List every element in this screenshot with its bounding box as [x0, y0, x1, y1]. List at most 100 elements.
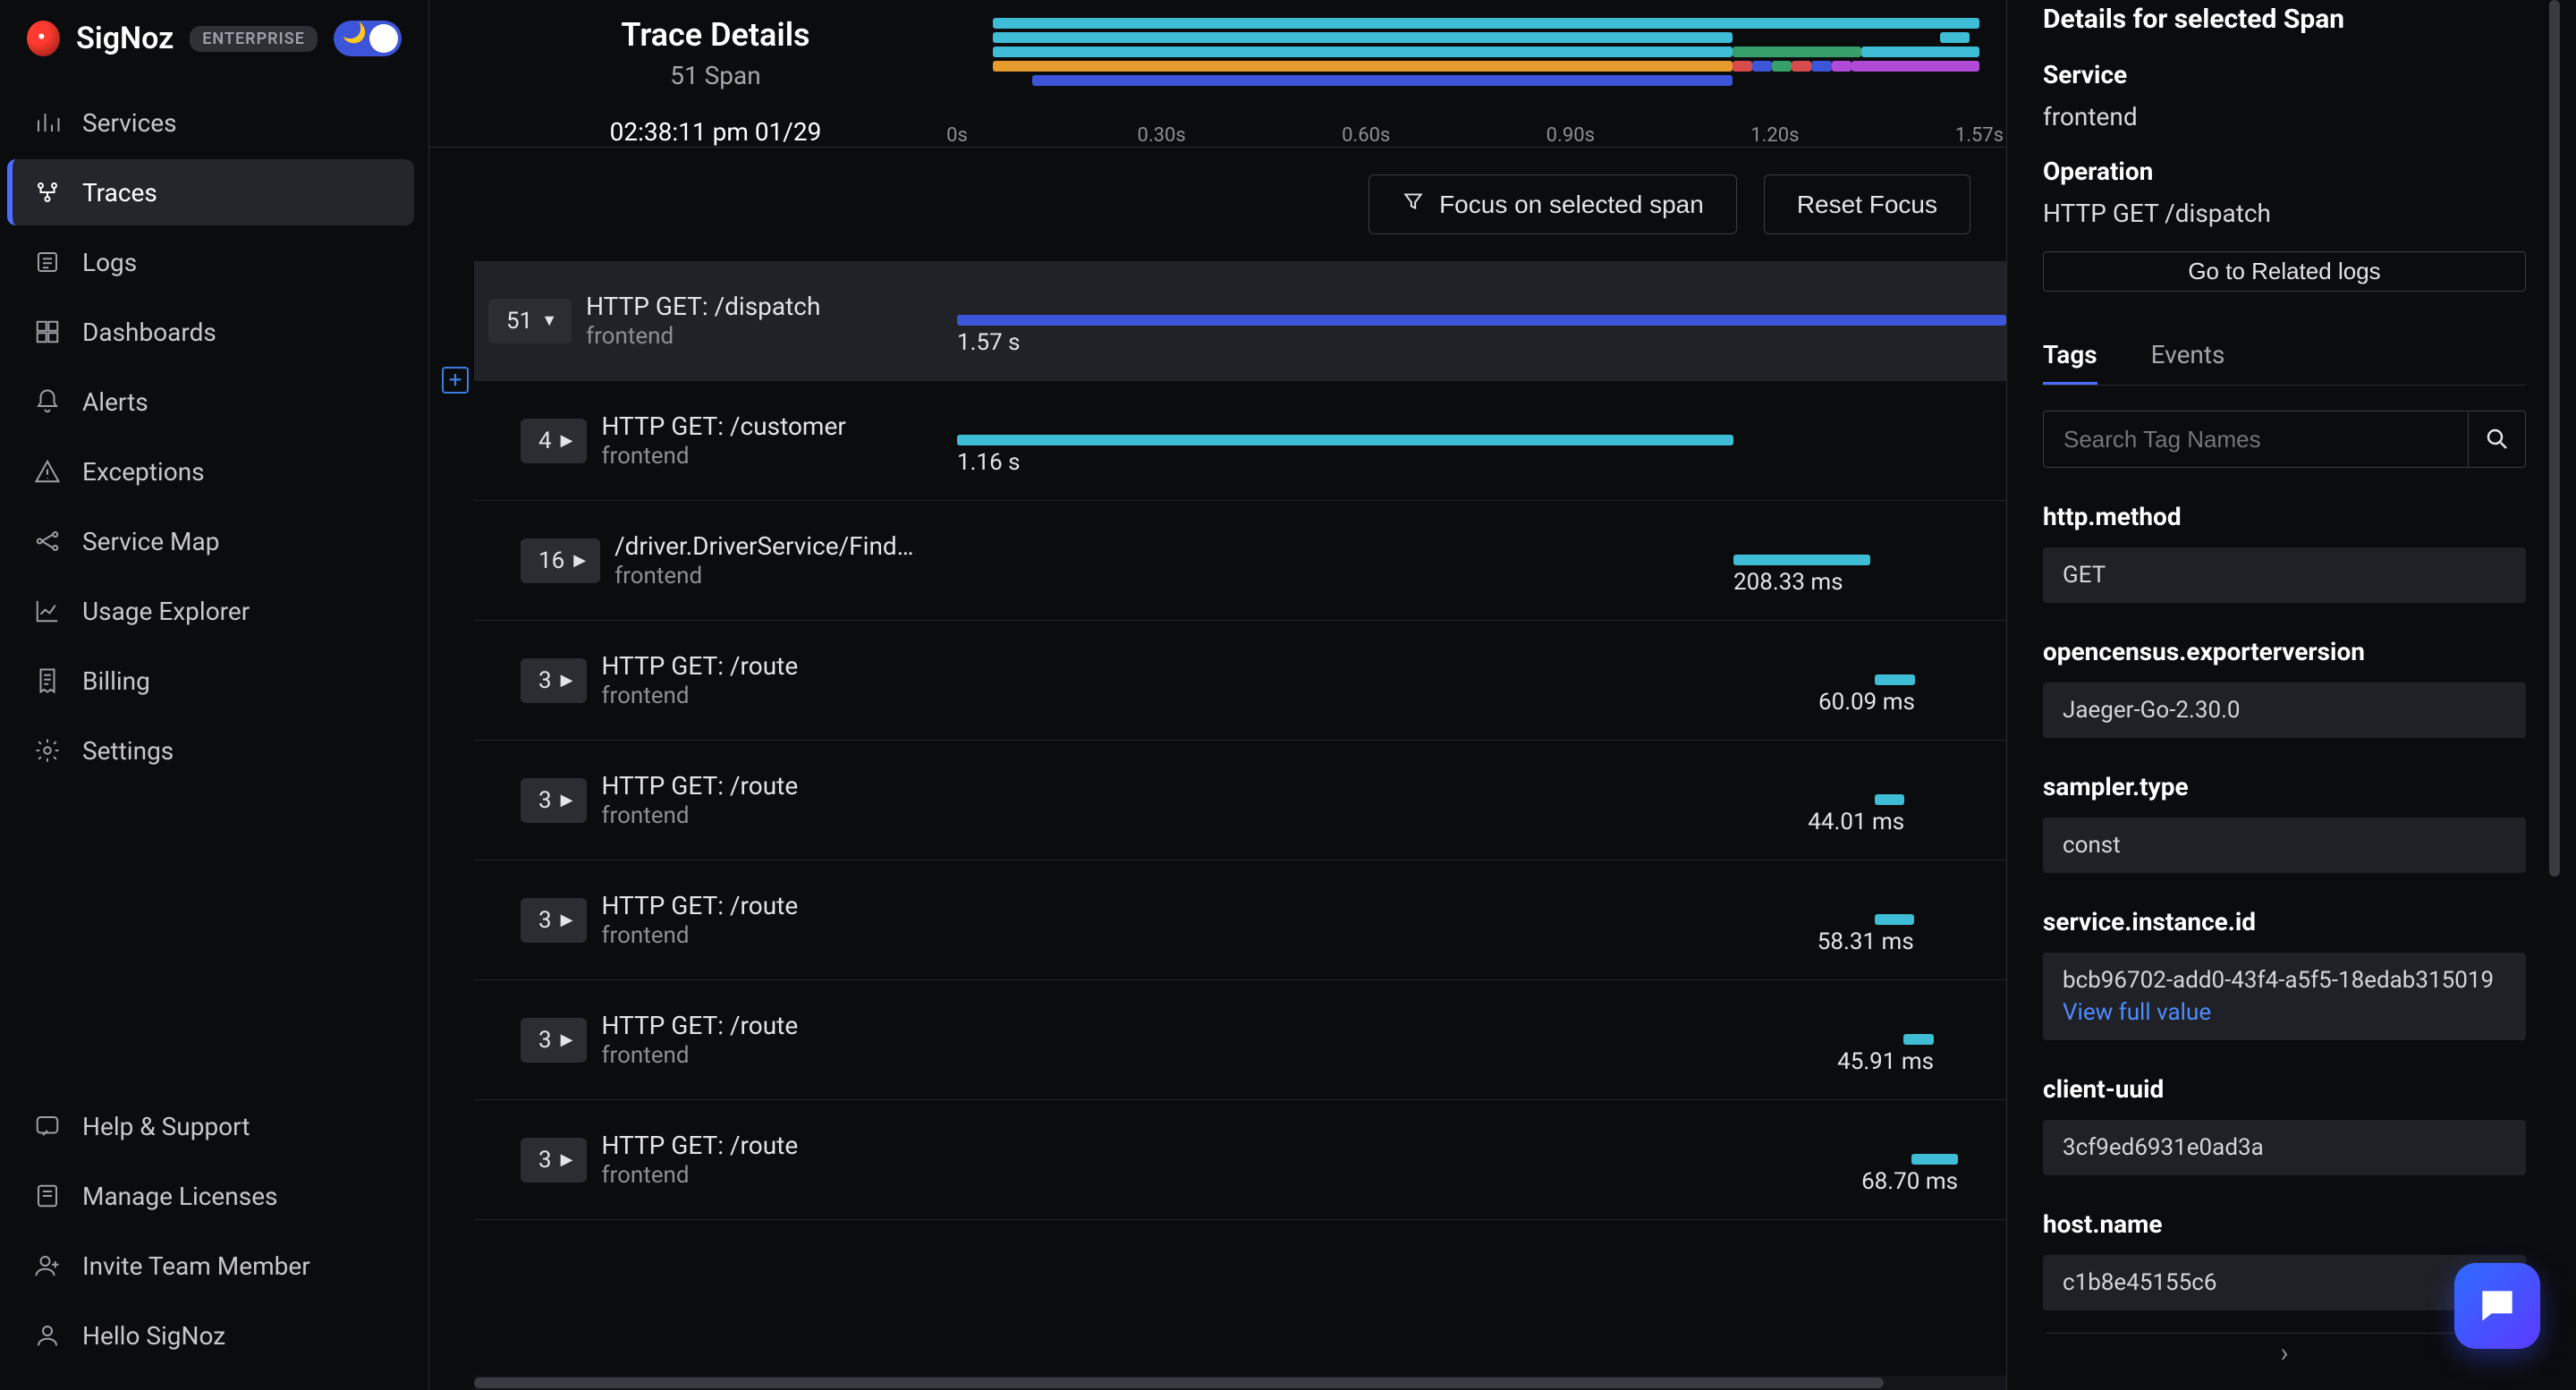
span-count-pill[interactable]: 4▶	[521, 419, 587, 463]
tag-search-row	[2043, 411, 2526, 468]
chat-fab[interactable]	[2454, 1263, 2540, 1349]
span-count-pill[interactable]: 3▶	[521, 1018, 587, 1063]
mini-timeline-row	[993, 18, 1979, 29]
caret-right-icon: ▶	[561, 791, 573, 809]
theme-toggle[interactable]	[334, 21, 402, 56]
mini-timeline-row	[993, 75, 1979, 86]
tag-value: GET	[2043, 547, 2526, 603]
related-logs-button[interactable]: Go to Related logs	[2043, 251, 2526, 292]
sidebar-item-usage-explorer[interactable]: Usage Explorer	[7, 578, 414, 644]
receipt-icon	[34, 667, 61, 694]
search-icon	[2484, 426, 2511, 453]
tag-block: sampler.typeconst	[2043, 772, 2526, 873]
span-count-pill[interactable]: 3▶	[521, 898, 587, 943]
tag-name: host.name	[2043, 1209, 2526, 1239]
span-duration: 60.09 ms	[1818, 689, 1915, 716]
tag-search-button[interactable]	[2469, 411, 2526, 468]
panel-collapse-handle[interactable]: ›	[2046, 1333, 2522, 1369]
brand-name: SigNoz	[76, 21, 174, 56]
horizontal-scrollbar[interactable]	[474, 1376, 2006, 1390]
span-row[interactable]: 3▶HTTP GET: /routefrontend58.31 ms	[474, 860, 2006, 980]
ruler-tick: 0s	[946, 124, 968, 147]
span-count: 3	[538, 907, 552, 934]
sidebar-item-services[interactable]: Services	[7, 89, 414, 156]
span-row[interactable]: 3▶HTTP GET: /routefrontend60.09 ms	[474, 621, 2006, 741]
tag-list: http.methodGETopencensus.exporterversion…	[2043, 468, 2526, 1310]
span-row[interactable]: 3▶HTTP GET: /routefrontend68.70 ms	[474, 1100, 2006, 1220]
span-bar	[1911, 1154, 1958, 1165]
span-bar	[1875, 914, 1913, 925]
sidebar-item-label: Traces	[82, 178, 157, 208]
sidebar-item-label: Manage Licenses	[82, 1182, 278, 1211]
focus-selected-button[interactable]: Focus on selected span	[1368, 174, 1737, 234]
page-scrollbar[interactable]	[2562, 0, 2576, 1390]
chat-help-icon	[34, 1113, 61, 1140]
span-row[interactable]: 16▶/driver.DriverService/Find…frontend20…	[474, 501, 2006, 621]
warning-icon	[34, 458, 61, 485]
reset-focus-button[interactable]: Reset Focus	[1764, 174, 1970, 234]
sidebar-item-profile[interactable]: Hello SigNoz	[7, 1302, 414, 1369]
sidebar-item-billing[interactable]: Billing	[7, 648, 414, 714]
sidebar-item-licenses[interactable]: Manage Licenses	[7, 1163, 414, 1229]
sidebar-item-logs[interactable]: Logs	[7, 229, 414, 295]
span-count: 16	[538, 547, 564, 574]
span-rows: 51▼HTTP GET: /dispatchfrontend1.57 s4▶HT…	[429, 261, 2006, 1376]
tag-block: http.methodGET	[2043, 502, 2526, 603]
tab-events[interactable]: Events	[2151, 327, 2225, 385]
time-ruler: 0s0.30s0.60s0.90s1.20s1.57s	[957, 120, 1979, 147]
trace-title: Trace Details	[474, 16, 957, 54]
sidebar-item-invite[interactable]: Invite Team Member	[7, 1233, 414, 1299]
sidebar-item-alerts[interactable]: Alerts	[7, 369, 414, 435]
span-count: 3	[538, 1147, 552, 1174]
mini-timeline-row	[993, 32, 1979, 43]
filter-icon	[1402, 190, 1425, 219]
expand-all-button[interactable]: +	[442, 367, 469, 394]
span-count-pill[interactable]: 3▶	[521, 658, 587, 703]
span-name: HTTP GET: /route	[601, 650, 798, 682]
sidebar-item-label: Dashboards	[82, 318, 216, 347]
view-full-value-link[interactable]: View full value	[2063, 999, 2506, 1026]
tag-block: host.namec1b8e45155c6	[2043, 1209, 2526, 1310]
span-service: frontend	[601, 1041, 798, 1071]
span-count-pill[interactable]: 16▶	[521, 538, 600, 583]
chevron-right-icon: ›	[2280, 1337, 2288, 1369]
mini-timeline-row	[993, 47, 1979, 57]
sidebar-item-exceptions[interactable]: Exceptions	[7, 438, 414, 504]
span-row[interactable]: 3▶HTTP GET: /routefrontend45.91 ms	[474, 980, 2006, 1100]
span-bar	[957, 315, 2006, 326]
bar-chart-icon	[34, 109, 61, 136]
controls-row: Focus on selected span Reset Focus	[429, 148, 2006, 261]
span-duration: 1.57 s	[957, 329, 1021, 356]
sidebar-item-traces[interactable]: Traces	[7, 159, 414, 225]
ruler-tick: 1.20s	[1750, 124, 1799, 147]
span-row[interactable]: 51▼HTTP GET: /dispatchfrontend1.57 s	[474, 261, 2006, 381]
details-scrollbar[interactable]	[2547, 0, 2562, 1390]
span-service: frontend	[586, 322, 820, 352]
logs-icon	[34, 249, 61, 275]
tab-tags[interactable]: Tags	[2043, 327, 2097, 385]
sidebar-item-settings[interactable]: Settings	[7, 717, 414, 784]
span-bar	[1733, 555, 1869, 565]
sidebar-item-help[interactable]: Help & Support	[7, 1093, 414, 1159]
span-duration: 1.16 s	[957, 449, 1021, 476]
sidebar-item-service-map[interactable]: Service Map	[7, 508, 414, 574]
span-details-panel: Details for selected Span Service fronte…	[2007, 0, 2562, 1390]
span-row[interactable]: 3▶HTTP GET: /routefrontend44.01 ms	[474, 741, 2006, 860]
span-row[interactable]: 4▶HTTP GET: /customerfrontend1.16 s	[474, 381, 2006, 501]
tag-name: service.instance.id	[2043, 907, 2526, 937]
span-count: 3	[538, 667, 552, 694]
span-count-pill[interactable]: 3▶	[521, 1138, 587, 1182]
mini-timeline[interactable]	[993, 16, 1979, 90]
span-name: HTTP GET: /route	[601, 1010, 798, 1041]
line-chart-icon	[34, 598, 61, 624]
sidebar-item-label: Usage Explorer	[82, 597, 250, 626]
sidebar-item-label: Billing	[82, 666, 150, 696]
span-name: /driver.DriverService/Find…	[614, 530, 913, 562]
span-count-pill[interactable]: 3▶	[521, 778, 587, 823]
tag-search-input[interactable]	[2043, 411, 2469, 468]
span-bar	[1875, 794, 1904, 805]
brand-logo-icon	[27, 21, 60, 56]
tag-name: sampler.type	[2043, 772, 2526, 801]
sidebar-item-dashboards[interactable]: Dashboards	[7, 299, 414, 365]
span-count-pill[interactable]: 51▼	[488, 299, 572, 343]
